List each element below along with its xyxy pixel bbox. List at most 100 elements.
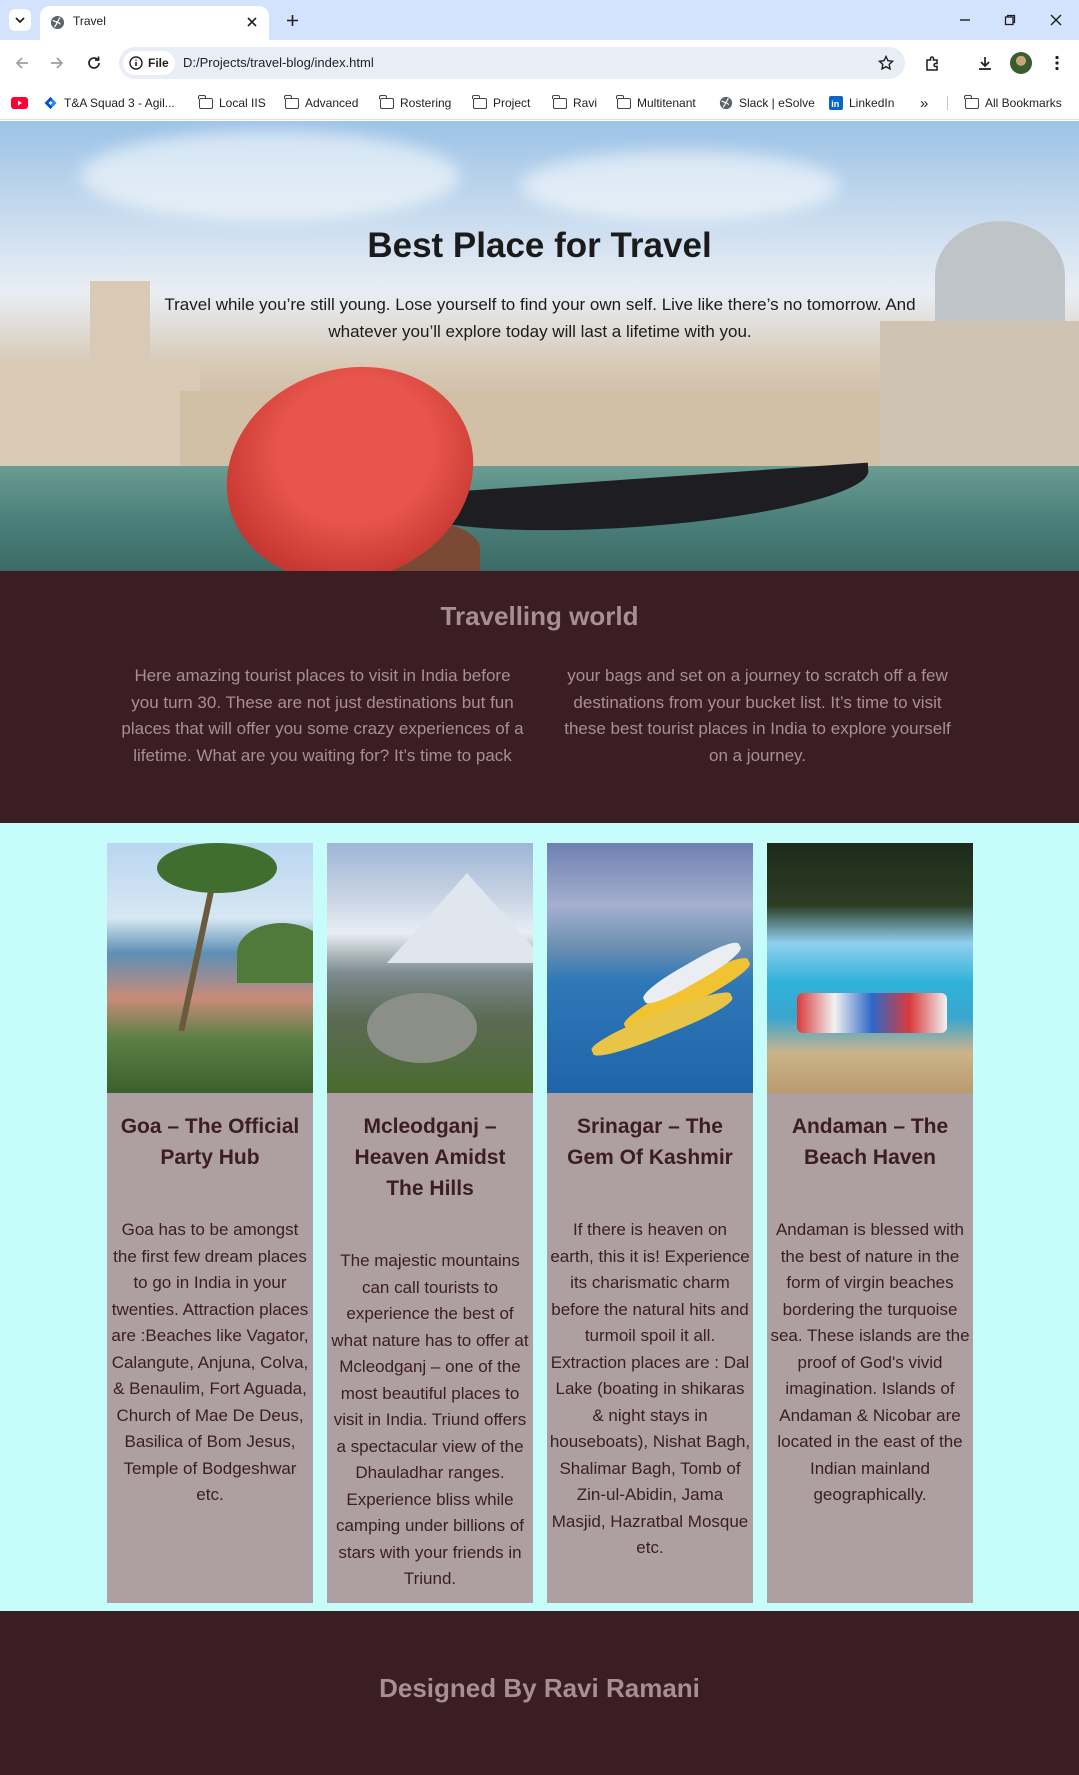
bookmark-label: Multitenant	[637, 96, 696, 110]
jira-icon	[44, 96, 57, 109]
browser-menu-button[interactable]	[1045, 51, 1069, 75]
back-button[interactable]	[10, 51, 34, 75]
destination-card-andaman: Andaman – The Beach Haven Andaman is ble…	[767, 843, 973, 1603]
profile-avatar[interactable]	[1010, 52, 1032, 74]
tab-title: Travel	[73, 14, 106, 28]
reload-button[interactable]	[82, 51, 106, 75]
all-bookmarks-button[interactable]: All Bookmarks	[964, 94, 1062, 112]
goa-beach-photo	[107, 843, 313, 1093]
palace-left	[0, 361, 200, 471]
folder-icon	[616, 94, 631, 109]
bookmark-youtube[interactable]	[11, 94, 28, 112]
pedal-boats	[797, 993, 947, 1033]
srinagar-dal-lake-photo	[547, 843, 753, 1093]
chevron-double-right-icon: »	[920, 94, 929, 112]
site-info-chip[interactable]: File	[123, 51, 175, 75]
card-title: Srinagar – The Gem Of Kashmir	[567, 1115, 733, 1169]
close-window-button[interactable]	[1044, 8, 1068, 32]
card-text: Goa has to be amongst the first few drea…	[111, 1220, 309, 1504]
globe-icon	[719, 96, 733, 110]
bookmark-label: Advanced	[305, 96, 359, 110]
destination-card-srinagar: Srinagar – The Gem Of Kashmir If there i…	[547, 843, 753, 1603]
restore-button[interactable]	[998, 8, 1022, 32]
card-title: Mcleodganj – Heaven Amidst The Hills	[354, 1115, 506, 1200]
folder-icon	[552, 94, 567, 109]
folder-icon	[379, 94, 394, 109]
bookmark-linkedin[interactable]: in LinkedIn	[829, 94, 894, 112]
destination-card-mcleodganj: Mcleodganj – Heaven Amidst The Hills The…	[327, 843, 533, 1603]
snow-peak	[387, 873, 533, 963]
card-text: The majestic mountains can call tourists…	[331, 1251, 529, 1588]
browser-tab[interactable]: Travel	[40, 6, 269, 40]
forward-button[interactable]	[45, 51, 69, 75]
card-title: Goa – The Official Party Hub	[120, 1115, 300, 1169]
more-vertical-icon	[1055, 55, 1059, 71]
bookmark-label: LinkedIn	[849, 96, 895, 110]
plus-icon	[286, 14, 298, 26]
bookmark-label: Rostering	[400, 96, 452, 110]
svg-text:in: in	[831, 99, 839, 109]
cloud-decoration	[520, 151, 840, 221]
bookmarks-overflow-button[interactable]: »	[920, 94, 928, 112]
arrow-right-icon	[51, 57, 64, 69]
hero-title: Best Place for Travel	[367, 226, 712, 265]
new-tab-button[interactable]	[281, 9, 303, 31]
footer-credit: Designed By Ravi Ramani	[379, 1673, 700, 1703]
bookmark-label: T&A Squad 3 - Agil...	[64, 96, 175, 110]
star-icon	[878, 55, 894, 71]
bookmark-ravi[interactable]: Ravi	[552, 94, 598, 112]
close-icon	[1050, 14, 1062, 26]
card-text: Andaman is blessed with the best of natu…	[770, 1220, 970, 1504]
globe-icon	[50, 15, 65, 30]
palm-leaves	[157, 843, 277, 893]
info-icon	[129, 56, 143, 70]
destination-card-goa: Goa – The Official Party Hub Goa has to …	[107, 843, 313, 1603]
bookmark-label: Ravi	[573, 96, 598, 110]
hero-section: Best Place for Travel Travel while you’r…	[0, 121, 1079, 571]
tab-search-button[interactable]	[9, 9, 31, 31]
bookmark-rostering[interactable]: Rostering	[379, 94, 452, 112]
minimize-button[interactable]	[953, 8, 977, 32]
site-chip-label: File	[148, 56, 169, 70]
bookmark-ta-squad[interactable]: T&A Squad 3 - Agil...	[43, 94, 175, 112]
close-icon	[247, 17, 257, 27]
bookmark-multitenant[interactable]: Multitenant	[616, 94, 696, 112]
cloud-decoration	[80, 131, 460, 221]
minimize-icon	[960, 19, 970, 21]
arrow-left-icon	[15, 57, 28, 69]
downloads-button[interactable]	[973, 51, 997, 75]
extensions-button[interactable]	[920, 51, 944, 75]
reload-icon	[88, 56, 100, 69]
folder-icon	[284, 94, 299, 109]
browser-tab-bar: Travel	[0, 0, 1079, 40]
intro-text: Here amazing tourist places to visit in …	[121, 666, 951, 765]
puzzle-icon	[925, 55, 938, 71]
bookmark-slack[interactable]: Slack | eSolve	[719, 94, 815, 112]
bookmark-label: Local IIS	[219, 96, 266, 110]
tab-close-button[interactable]	[243, 13, 261, 31]
youtube-icon	[11, 97, 28, 109]
all-bookmarks-label: All Bookmarks	[985, 96, 1062, 110]
card-title: Andaman – The Beach Haven	[791, 1115, 949, 1169]
address-bar[interactable]: File D:/Projects/travel-blog/index.html	[119, 47, 905, 79]
folder-icon	[964, 94, 979, 109]
bookmark-local-iis[interactable]: Local IIS	[198, 94, 266, 112]
bookmark-star-button[interactable]	[875, 52, 897, 74]
bookmark-project[interactable]: Project	[472, 94, 530, 112]
intro-section: Travelling world Here amazing tourist pl…	[0, 571, 1079, 823]
card-text: If there is heaven on earth, this it is!…	[549, 1220, 751, 1557]
browser-toolbar: File D:/Projects/travel-blog/index.html	[0, 40, 1079, 86]
intro-title: Travelling world	[440, 601, 639, 631]
mcleodganj-mountain-photo	[327, 843, 533, 1093]
folder-icon	[198, 94, 213, 109]
folder-icon	[472, 94, 487, 109]
bookmark-label: Slack | eSolve	[739, 96, 815, 110]
download-icon	[979, 57, 991, 70]
bookmarks-bar: T&A Squad 3 - Agil... Local IIS Advanced…	[0, 86, 1079, 120]
bookmarks-divider	[947, 96, 948, 110]
chevron-down-icon	[15, 17, 25, 24]
hero-text: Travel while you’re still young. Lose yo…	[164, 295, 916, 341]
bookmark-advanced[interactable]: Advanced	[284, 94, 359, 112]
andaman-beach-photo	[767, 843, 973, 1093]
url-text: D:/Projects/travel-blog/index.html	[183, 55, 374, 70]
